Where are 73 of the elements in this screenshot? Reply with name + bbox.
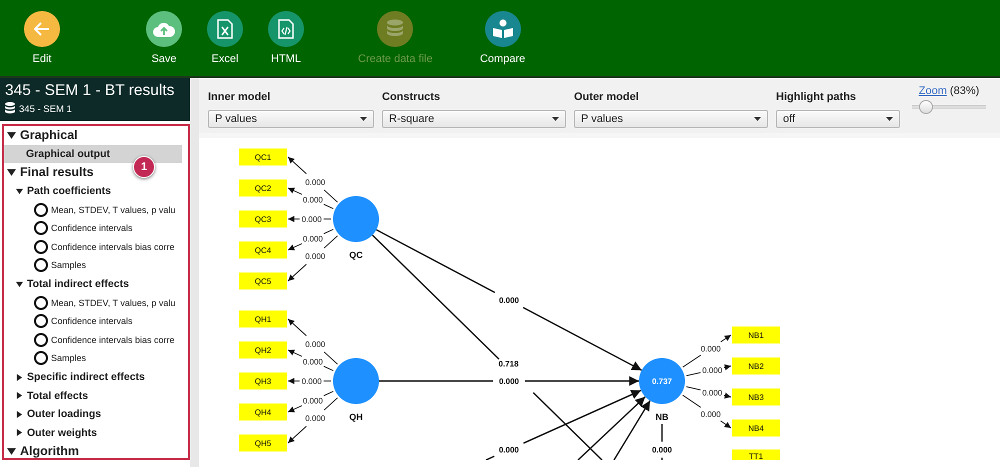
dropdown[interactable]: off xyxy=(776,110,900,128)
step-badge: 1 xyxy=(133,156,155,178)
dropdown-label: Inner model xyxy=(208,91,272,104)
path-coefficient: 0.000 xyxy=(498,377,520,386)
outer-weight: 0.000 xyxy=(302,396,323,406)
indicator-node[interactable]: NB2 xyxy=(732,358,780,374)
indicator-node[interactable]: QC5 xyxy=(239,272,287,290)
dropdown[interactable]: R-square xyxy=(382,110,566,128)
zoom-percent: (83%) xyxy=(950,85,980,97)
construct-label: NB xyxy=(656,412,668,422)
toolbar-button[interactable]: Edit xyxy=(12,0,72,65)
outer-weight: 0.000 xyxy=(702,366,722,376)
outer-weight: 0.000 xyxy=(702,388,722,398)
indicator-node[interactable]: QH5 xyxy=(239,434,287,452)
tree-item[interactable]: Graphical xyxy=(20,128,78,142)
outer-weight: 0.000 xyxy=(305,252,326,262)
construct-label: QH xyxy=(349,412,363,422)
toolbar-button[interactable]: Save xyxy=(134,0,194,65)
outer-weight: 0.000 xyxy=(302,234,323,244)
construct-label: QC xyxy=(349,250,363,260)
dropdown[interactable]: P values xyxy=(208,110,374,128)
tree-item[interactable]: Total effects xyxy=(27,390,88,402)
tree-item[interactable]: Final results xyxy=(20,165,94,180)
tree-item[interactable]: Algorithm xyxy=(20,444,80,458)
outer-weight: 0.000 xyxy=(305,414,326,424)
indicator-node[interactable]: QC4 xyxy=(239,242,287,258)
tree-item[interactable]: Graphical output xyxy=(4,144,182,164)
radio-label[interactable]: Confidence intervals xyxy=(51,316,133,326)
outer-weight: 0.000 xyxy=(305,340,326,349)
path-coefficient: 0.000 xyxy=(498,296,520,305)
radio-label[interactable]: Confidence intervals bias corre xyxy=(51,334,175,345)
toolbar-button[interactable]: Excel xyxy=(195,0,255,65)
dropdown[interactable]: P values xyxy=(574,110,768,128)
toolbar-button[interactable]: Compare xyxy=(472,0,533,65)
radio-label[interactable]: Samples xyxy=(51,353,86,364)
outer-weight: 0.000 xyxy=(700,410,721,420)
indicator-node[interactable]: QC1 xyxy=(239,148,287,166)
path-coefficient: 0.000 xyxy=(652,446,672,455)
radio-label[interactable]: Confidence intervals bias corre xyxy=(51,242,175,252)
indicator-node[interactable]: QH1 xyxy=(239,310,287,328)
radio-label[interactable]: Mean, STDEV, T values, p valu xyxy=(51,204,176,215)
zoom-link[interactable]: Zoom xyxy=(918,85,947,97)
dataset-name: 345 - SEM 1 xyxy=(19,104,72,115)
radio-label[interactable]: Confidence intervals xyxy=(51,223,133,234)
tree-item[interactable]: Outer weights xyxy=(27,426,98,439)
outer-weight: 0.000 xyxy=(302,215,322,224)
results-title: 345 - SEM 1 - BT results xyxy=(5,82,176,100)
toolbar-button[interactable]: HTML xyxy=(256,0,316,65)
outer-weight: 0.000 xyxy=(302,357,323,366)
radio-label[interactable]: Mean, STDEV, T values, p valu xyxy=(51,298,176,308)
dropdown-label: Highlight paths xyxy=(776,91,858,104)
outer-weight: 0.000 xyxy=(700,344,721,354)
indicator-node[interactable]: QH4 xyxy=(239,404,287,420)
indicator-node[interactable]: QC3 xyxy=(239,210,287,228)
outer-weight: 0.000 xyxy=(302,377,322,386)
outer-weight: 0.000 xyxy=(302,195,323,204)
dropdown-label: Outer model xyxy=(574,91,640,104)
tree-item[interactable]: Total indirect effects xyxy=(27,278,129,290)
indicator-node[interactable]: NB3 xyxy=(732,388,780,406)
dropdown-label: Constructs xyxy=(382,91,442,104)
indicator-node[interactable]: QH2 xyxy=(239,342,287,358)
indicator-node[interactable]: QH3 xyxy=(239,372,287,390)
indicator-node[interactable]: QC2 xyxy=(239,180,287,196)
indicator-node[interactable]: NB4 xyxy=(732,420,780,436)
path-coefficient: 0.718 xyxy=(498,359,519,368)
tree-item[interactable]: Specific indirect effects xyxy=(27,371,145,384)
radio-label[interactable]: Samples xyxy=(51,260,86,270)
indicator-node[interactable]: TT1 xyxy=(732,450,780,460)
outer-weight: 0.000 xyxy=(305,178,326,187)
path-coefficient: 0.000 xyxy=(498,446,519,455)
tree-item[interactable]: Path coefficients xyxy=(27,185,112,198)
indicator-node[interactable]: NB1 xyxy=(732,326,780,344)
tree-item[interactable]: Outer loadings xyxy=(27,408,102,420)
